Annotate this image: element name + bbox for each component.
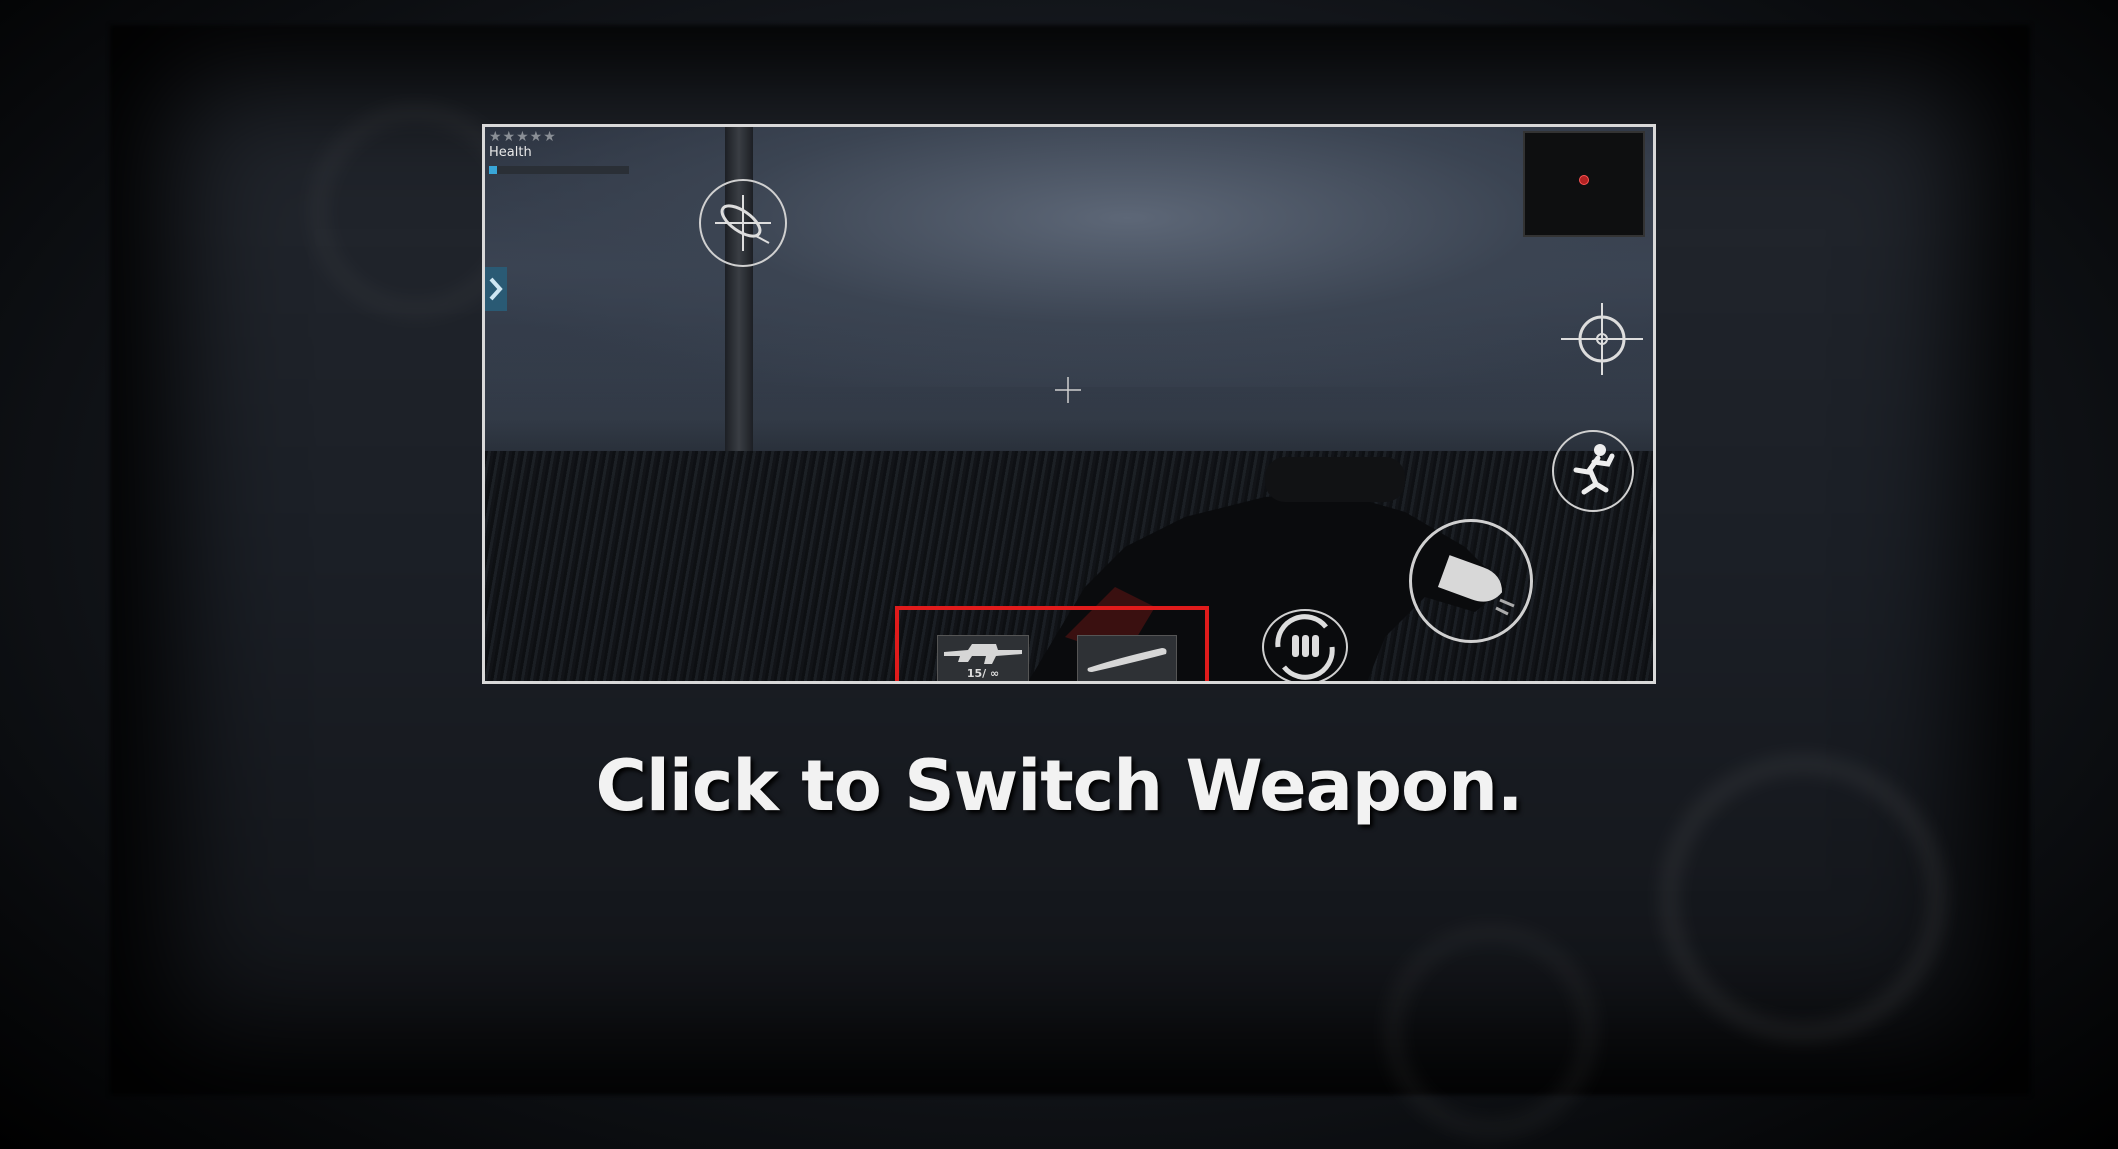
bullet-icon [1437,555,1515,616]
chevron-right-icon [489,277,503,301]
tutorial-caption: Click to Switch Weapon. [595,745,1524,827]
fire-button[interactable] [1409,519,1533,643]
blurred-reload-button [1390,930,1592,1132]
rating-stars: ★★★★★ [489,129,557,145]
weapon-switch-highlight [895,606,1209,681]
player-marker-icon [1579,175,1589,185]
grenade-button[interactable] [699,179,787,267]
center-crosshair-icon [1055,377,1081,403]
health-bar [489,166,629,174]
health-bar-fill [489,166,498,174]
gameplay-screenshot: ★★★★★ Health 15/ ∞ [482,124,1656,684]
expand-menu-tab[interactable] [485,267,507,311]
health-label: Health [489,145,532,160]
jump-button[interactable] [1552,430,1634,512]
running-man-icon [1573,444,1615,495]
reload-ammo-icon [1275,614,1335,680]
scope-crosshair-button[interactable] [1557,301,1647,377]
reload-button[interactable] [1262,609,1348,681]
grenade-icon [715,195,771,251]
minimap [1523,131,1645,237]
